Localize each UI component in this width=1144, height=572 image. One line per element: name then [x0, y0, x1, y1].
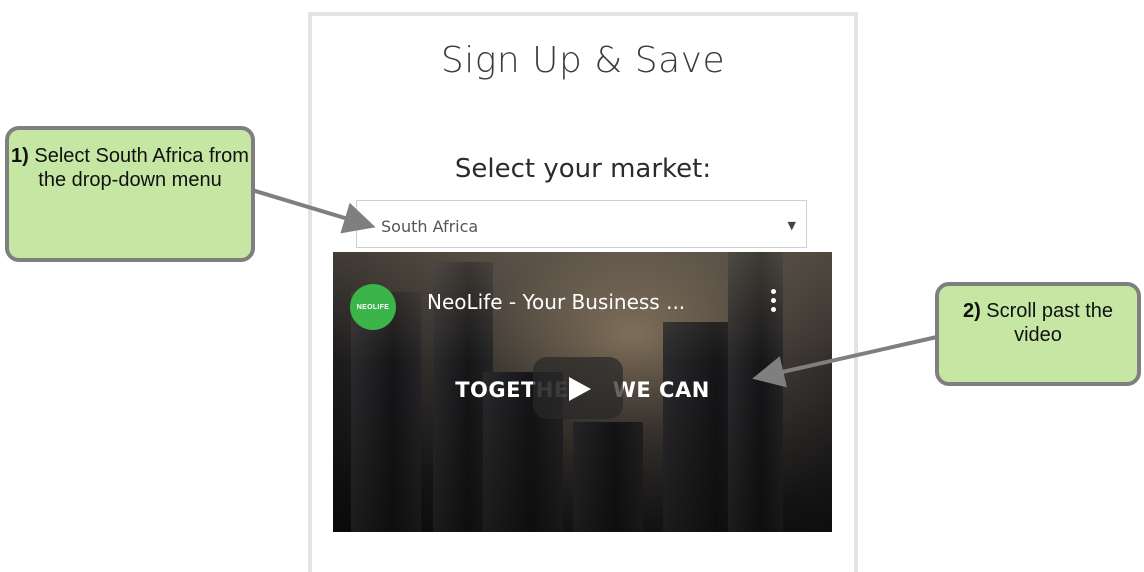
callout-step-2-number: 2)	[962, 300, 981, 322]
arrow-to-video	[752, 335, 938, 388]
arrow-to-dropdown	[251, 188, 376, 234]
callout-step-2-text: Scroll past the video	[980, 300, 1114, 346]
callout-step-1-text: Select South Africa from the drop-down m…	[28, 145, 249, 191]
callout-step-1-number: 1)	[11, 145, 29, 167]
callout-step-1: 1) Select South Africa from the drop-dow…	[5, 126, 255, 262]
callout-step-2: 2) Scroll past the video	[935, 282, 1141, 386]
